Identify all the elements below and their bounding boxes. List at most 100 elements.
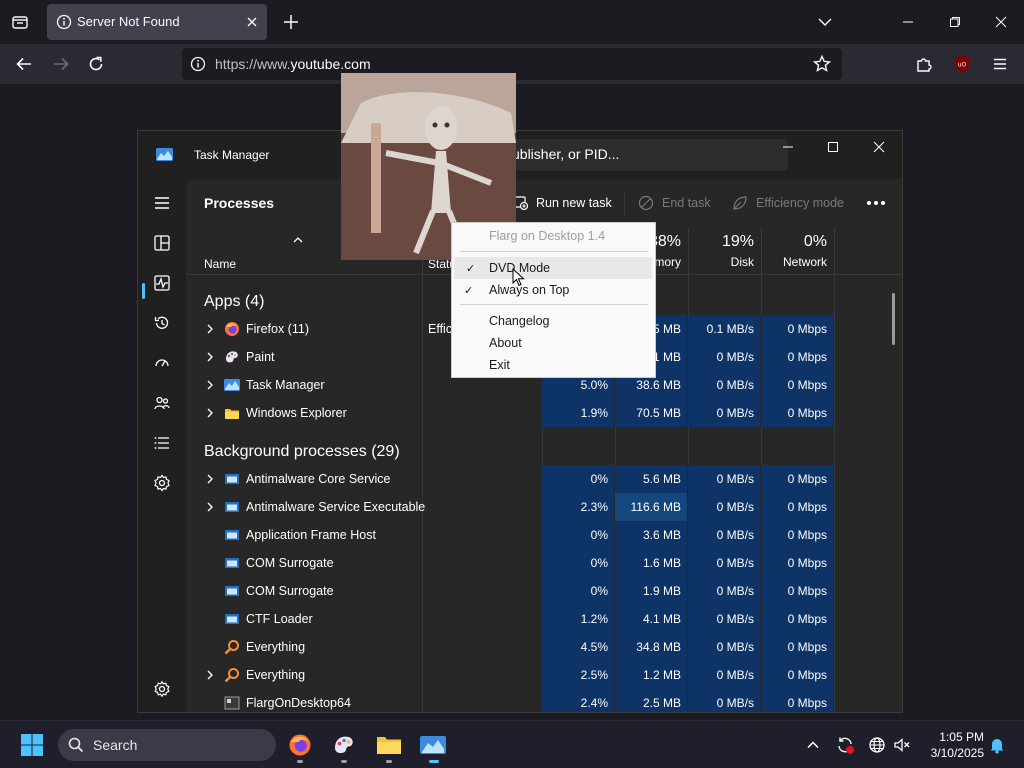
globe-network-icon[interactable] [866, 734, 888, 756]
apps-group-header[interactable]: Apps (4) [204, 293, 264, 311]
notification-bell-icon[interactable] [986, 734, 1008, 756]
disk-cell: 0 MB/s [688, 633, 760, 661]
startup-apps-icon[interactable] [152, 353, 172, 373]
hamburger-menu-icon[interactable] [988, 52, 1012, 76]
table-row[interactable]: COM Surrogate 0% 1.6 MB 0 MB/s 0 Mbps [186, 549, 902, 577]
forward-arrow-icon[interactable] [49, 52, 73, 76]
volume-muted-icon[interactable] [891, 734, 913, 756]
table-row[interactable]: Antimalware Service Executable 2.3% 116.… [186, 493, 902, 521]
run-new-task-button[interactable]: Run new task [514, 193, 612, 213]
menu-item-exit[interactable]: Exit [452, 354, 655, 376]
users-icon[interactable] [152, 393, 172, 413]
browser-tab-active[interactable]: Server Not Found [47, 4, 267, 40]
table-row[interactable]: Everything 2.5% 1.2 MB 0 MB/s 0 Mbps [186, 661, 902, 689]
ublock-icon[interactable]: uO [950, 52, 974, 76]
system-clock[interactable]: 1:05 PM 3/10/2025 [918, 729, 984, 761]
cpu-cell: 2.3% [542, 493, 614, 521]
task-manager-taskbar-icon[interactable] [419, 731, 447, 759]
sort-up-chevron-icon[interactable] [292, 233, 304, 248]
column-disk[interactable]: 19% Disk [688, 231, 760, 275]
table-row[interactable]: Everything 4.5% 34.8 MB 0 MB/s 0 Mbps [186, 633, 902, 661]
table-row[interactable]: Application Frame Host 0% 3.6 MB 0 MB/s … [186, 521, 902, 549]
app-window-icon [225, 530, 239, 540]
flarg-app-icon [224, 696, 240, 710]
restore-icon[interactable] [943, 10, 967, 34]
menu-item-always-on-top[interactable]: ✓ Always on Top [452, 279, 655, 301]
network-cell: 0 Mbps [761, 399, 833, 427]
process-name: Antimalware Core Service [246, 472, 391, 486]
disk-label: Disk [730, 255, 754, 269]
site-info-icon[interactable] [190, 56, 206, 72]
memory-cell: 70.5 MB [615, 399, 687, 427]
settings-gear-icon[interactable] [152, 679, 172, 699]
task-manager-sidebar [138, 179, 186, 712]
new-tab-icon[interactable] [279, 10, 303, 34]
background-group-header[interactable]: Background processes (29) [204, 443, 400, 461]
search-processes-input[interactable]: ublisher, or PID... [498, 139, 788, 171]
chevron-right-icon[interactable] [204, 379, 216, 391]
cpu-cell: 0% [542, 521, 614, 549]
services-icon[interactable] [152, 473, 172, 493]
memory-cell: 1.6 MB [615, 549, 687, 577]
taskbar-search-box[interactable]: Search [58, 729, 276, 761]
menu-item-about[interactable]: About [452, 332, 655, 354]
minimize-icon[interactable] [776, 137, 800, 157]
table-row[interactable]: Antimalware Core Service 0% 5.6 MB 0 MB/… [186, 465, 902, 493]
more-options-icon[interactable] [866, 195, 886, 211]
bookmark-star-icon[interactable] [812, 54, 832, 74]
sync-alert-icon[interactable] [834, 734, 856, 756]
maximize-icon[interactable] [821, 137, 845, 157]
paint-taskbar-icon[interactable] [330, 731, 358, 759]
clock-time: 1:05 PM [939, 730, 984, 744]
network-cell: 0 Mbps [761, 605, 833, 633]
minimize-icon[interactable] [896, 10, 920, 34]
list-all-tabs-icon[interactable] [8, 10, 32, 34]
table-row[interactable]: COM Surrogate 0% 1.9 MB 0 MB/s 0 Mbps [186, 577, 902, 605]
table-row[interactable]: FlargOnDesktop64 2.4% 2.5 MB 0 MB/s 0 Mb… [186, 689, 902, 712]
app-history-icon[interactable] [152, 313, 172, 333]
chevron-right-icon[interactable] [204, 473, 216, 485]
column-name[interactable]: Name [204, 257, 236, 271]
performance-icon[interactable] [152, 273, 172, 293]
efficiency-mode-button[interactable]: Efficiency mode [732, 193, 844, 213]
svg-text:uO: uO [958, 62, 967, 69]
disk-cell: 0 MB/s [688, 605, 760, 633]
chevron-right-icon[interactable] [204, 501, 216, 513]
extensions-icon[interactable] [912, 52, 936, 76]
process-name: COM Surrogate [246, 584, 334, 598]
memory-cell: 4.1 MB [615, 605, 687, 633]
page-title: Processes [204, 195, 275, 211]
table-row[interactable]: Windows Explorer 1.9% 70.5 MB 0 MB/s 0 M… [186, 399, 902, 427]
reload-icon[interactable] [84, 52, 108, 76]
mouse-cursor-icon [512, 267, 526, 288]
chevron-down-icon[interactable] [813, 10, 837, 34]
chevron-right-icon[interactable] [204, 669, 216, 681]
close-tab-icon[interactable] [244, 14, 260, 30]
menu-header-item: Flarg on Desktop 1.4 [452, 225, 655, 247]
chevron-up-icon[interactable] [802, 734, 824, 756]
cpu-cell: 2.5% [542, 661, 614, 689]
details-list-icon[interactable] [152, 433, 172, 453]
vertical-scrollbar[interactable] [892, 293, 895, 345]
windows-start-icon[interactable] [18, 731, 46, 759]
processes-icon[interactable] [152, 233, 172, 253]
firefox-taskbar-icon[interactable] [286, 731, 314, 759]
table-row[interactable]: CTF Loader 1.2% 4.1 MB 0 MB/s 0 Mbps [186, 605, 902, 633]
cpu-cell: 1.2% [542, 605, 614, 633]
hamburger-menu-icon[interactable] [152, 193, 172, 213]
end-task-button[interactable]: End task [638, 193, 711, 213]
chevron-right-icon[interactable] [204, 351, 216, 363]
menu-item-changelog[interactable]: Changelog [452, 310, 655, 332]
column-network[interactable]: 0% Network [761, 231, 833, 275]
run-new-task-label: Run new task [536, 196, 612, 210]
file-explorer-taskbar-icon[interactable] [375, 731, 403, 759]
chevron-right-icon[interactable] [204, 323, 216, 335]
network-cell: 0 Mbps [761, 549, 833, 577]
back-arrow-icon[interactable] [12, 52, 36, 76]
process-name: FlargOnDesktop64 [246, 696, 351, 710]
chevron-right-icon[interactable] [204, 407, 216, 419]
close-window-icon[interactable] [989, 10, 1013, 34]
menu-item-dvd-mode[interactable]: ✓ DVD Mode [454, 257, 652, 279]
cpu-cell: 0% [542, 549, 614, 577]
close-window-icon[interactable] [867, 137, 891, 157]
